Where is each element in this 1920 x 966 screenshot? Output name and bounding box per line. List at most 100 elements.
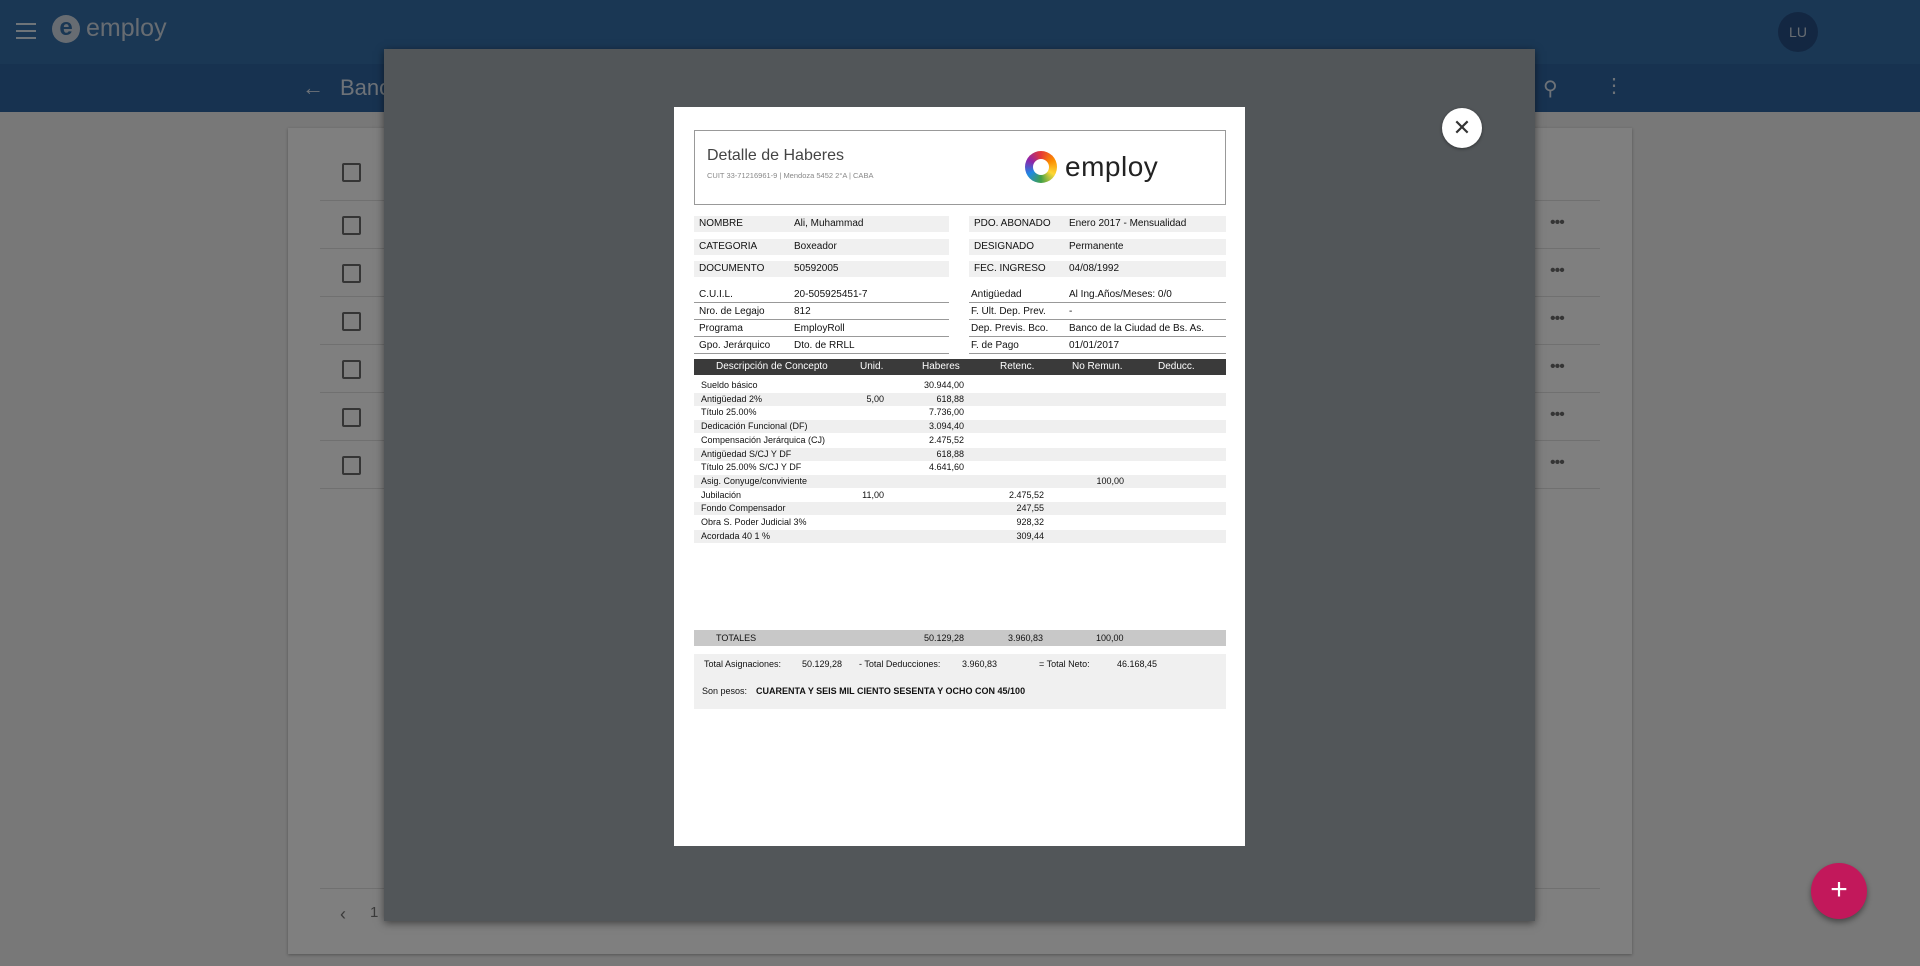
th-noremun: No Remun. bbox=[1072, 361, 1123, 372]
divider bbox=[969, 353, 1226, 354]
doc-header: Detalle de Haberes CUIT 33-71216961-9 | … bbox=[694, 130, 1226, 205]
fult-value: - bbox=[1069, 306, 1073, 317]
doc-title: Detalle de Haberes bbox=[707, 147, 844, 164]
table-cell: 4.641,60 bbox=[928, 462, 964, 473]
table-row: Antigüedad S/CJ Y DF 618,88 bbox=[694, 447, 1226, 461]
table-cell: 309,44 bbox=[1016, 530, 1044, 541]
th-unid: Unid. bbox=[860, 361, 884, 372]
table-cell: 5,00 bbox=[866, 393, 884, 404]
programa-value: EmployRoll bbox=[794, 323, 845, 334]
antig-label: Antigüedad bbox=[971, 289, 1022, 300]
table-cell: 618,88 bbox=[936, 448, 964, 459]
designado-value: Permanente bbox=[1069, 241, 1124, 252]
fpago-value: 01/01/2017 bbox=[1069, 340, 1120, 351]
dep-label: Dep. Previs. Bco. bbox=[971, 323, 1049, 334]
table-cell: Compensación Jerárquica (CJ) bbox=[701, 434, 826, 445]
close-icon[interactable]: ✕ bbox=[1442, 108, 1482, 148]
nombre-value: Ali, Muhammad bbox=[794, 218, 864, 229]
table-row: Jubilación 11,00 2.475,52 bbox=[694, 489, 1226, 502]
summary-box: Total Asignaciones: 50.129,28 - Total De… bbox=[694, 654, 1226, 709]
pesos-label: Son pesos: bbox=[702, 686, 748, 696]
table-cell: Asig. Conyuge/conviviente bbox=[701, 475, 808, 486]
asig-value: 50.129,28 bbox=[802, 659, 843, 669]
legajo-value: 812 bbox=[794, 306, 811, 317]
legajo-label: Nro. de Legajo bbox=[699, 306, 765, 317]
programa-label: Programa bbox=[699, 323, 743, 334]
table-cell: Dedicación Funcional (DF) bbox=[701, 421, 808, 432]
logo-text: employ bbox=[1065, 151, 1159, 182]
deduc-value: 3.960,83 bbox=[962, 659, 998, 669]
neto-label: = Total Neto: bbox=[1039, 659, 1090, 669]
divider bbox=[969, 302, 1226, 303]
table-row: Acordada 40 1 % 309,44 bbox=[694, 529, 1226, 543]
totals-retenc: 3.960,83 bbox=[1008, 633, 1044, 643]
table-row: Fondo Compensador 247,55 bbox=[694, 502, 1226, 516]
pesos-value: CUARENTA Y SEIS MIL CIENTO SESENTA Y OCH… bbox=[756, 686, 1026, 696]
ingreso-value: 04/08/1992 bbox=[1069, 263, 1120, 274]
dep-value: Banco de la Ciudad de Bs. As. bbox=[1069, 323, 1205, 334]
concept-table-header: Descripción de Concepto Unid. Haberes Re… bbox=[694, 359, 1226, 375]
divider bbox=[694, 319, 949, 320]
table-cell: 100,00 bbox=[1096, 475, 1124, 486]
th-haberes: Haberes bbox=[922, 361, 960, 372]
gpo-value: Dto. de RRLL bbox=[794, 340, 855, 351]
pdo-label: PDO. ABONADO bbox=[974, 218, 1051, 229]
table-cell: Acordada 40 1 % bbox=[701, 530, 771, 541]
categoria-value: Boxeador bbox=[794, 241, 837, 252]
logo-mark-icon bbox=[1025, 151, 1057, 183]
table-row: Título 25.00% S/CJ Y DF 4.641,60 bbox=[694, 461, 1226, 474]
table-cell: Obra S. Poder Judicial 3% bbox=[701, 517, 807, 527]
antig-value: Al Ing.Años/Meses: 0/0 bbox=[1069, 289, 1172, 300]
divider bbox=[969, 336, 1226, 337]
th-deducc: Deducc. bbox=[1158, 361, 1195, 372]
add-fab-button[interactable]: + bbox=[1811, 863, 1867, 919]
table-row: Compensación Jerárquica (CJ) 2.475,52 bbox=[694, 434, 1226, 447]
nombre-label: NOMBRE bbox=[699, 218, 743, 229]
table-cell: 618,88 bbox=[936, 393, 964, 404]
cuil-value: 20-505925451-7 bbox=[794, 289, 868, 300]
table-cell: 11,00 bbox=[862, 489, 884, 500]
table-cell: 928,32 bbox=[1016, 517, 1044, 527]
table-cell: Título 25.00% S/CJ Y DF bbox=[701, 462, 802, 473]
divider bbox=[694, 302, 949, 303]
table-row: Obra S. Poder Judicial 3% 928,32 bbox=[694, 516, 1226, 529]
pdo-value: Enero 2017 - Mensualidad bbox=[1069, 218, 1187, 229]
th-concepto: Descripción de Concepto bbox=[716, 361, 828, 372]
table-cell: 2.475,52 bbox=[1008, 489, 1044, 500]
designado-label: DESIGNADO bbox=[974, 241, 1035, 252]
divider bbox=[969, 319, 1226, 320]
gpo-label: Gpo. Jerárquico bbox=[699, 340, 771, 351]
totals-haberes: 50.129,28 bbox=[924, 633, 965, 643]
totals-row: TOTALES 50.129,28 3.960,83 100,00 bbox=[694, 630, 1226, 646]
cuil-label: C.U.I.L. bbox=[699, 289, 733, 300]
asig-label: Total Asignaciones: bbox=[704, 659, 782, 669]
table-row: Sueldo básico 30.944,00 bbox=[694, 379, 1226, 392]
table-cell: 247,55 bbox=[1016, 503, 1044, 514]
totals-noremun: 100,00 bbox=[1096, 633, 1124, 643]
neto-value: 46.168,45 bbox=[1117, 659, 1158, 669]
doc-subtitle: CUIT 33-71216961-9 | Mendoza 5452 2°A | … bbox=[707, 171, 874, 180]
deduc-label: - Total Deducciones: bbox=[859, 659, 941, 669]
table-row: Título 25.00% 7.736,00 bbox=[694, 406, 1226, 419]
doc-logo: employ bbox=[1025, 151, 1158, 183]
table-row: Dedicación Funcional (DF) 3.094,40 bbox=[694, 420, 1226, 434]
totals-label: TOTALES bbox=[716, 633, 757, 643]
fpago-label: F. de Pago bbox=[971, 340, 1019, 351]
table-cell: Fondo Compensador bbox=[701, 503, 786, 514]
documento-label: DOCUMENTO bbox=[699, 263, 765, 274]
table-cell: 3.094,40 bbox=[928, 421, 964, 432]
divider bbox=[694, 336, 949, 337]
table-cell: 30.944,00 bbox=[923, 380, 964, 390]
table-cell: 2.475,52 bbox=[928, 434, 964, 445]
fult-label: F. Últ. Dep. Prev. bbox=[971, 306, 1046, 317]
table-cell: 7.736,00 bbox=[928, 407, 964, 418]
table-cell: Sueldo básico bbox=[701, 380, 758, 390]
ingreso-label: FEC. INGRESO bbox=[974, 263, 1046, 274]
payslip-page: Detalle de Haberes CUIT 33-71216961-9 | … bbox=[674, 107, 1245, 846]
divider bbox=[694, 353, 949, 354]
table-cell: Antigüedad S/CJ Y DF bbox=[701, 448, 792, 459]
documento-value: 50592005 bbox=[794, 263, 839, 274]
table-row: Asig. Conyuge/conviviente 100,00 bbox=[694, 474, 1226, 488]
categoria-label: CATEGORÍA bbox=[699, 241, 758, 252]
table-cell: Título 25.00% bbox=[701, 407, 757, 418]
